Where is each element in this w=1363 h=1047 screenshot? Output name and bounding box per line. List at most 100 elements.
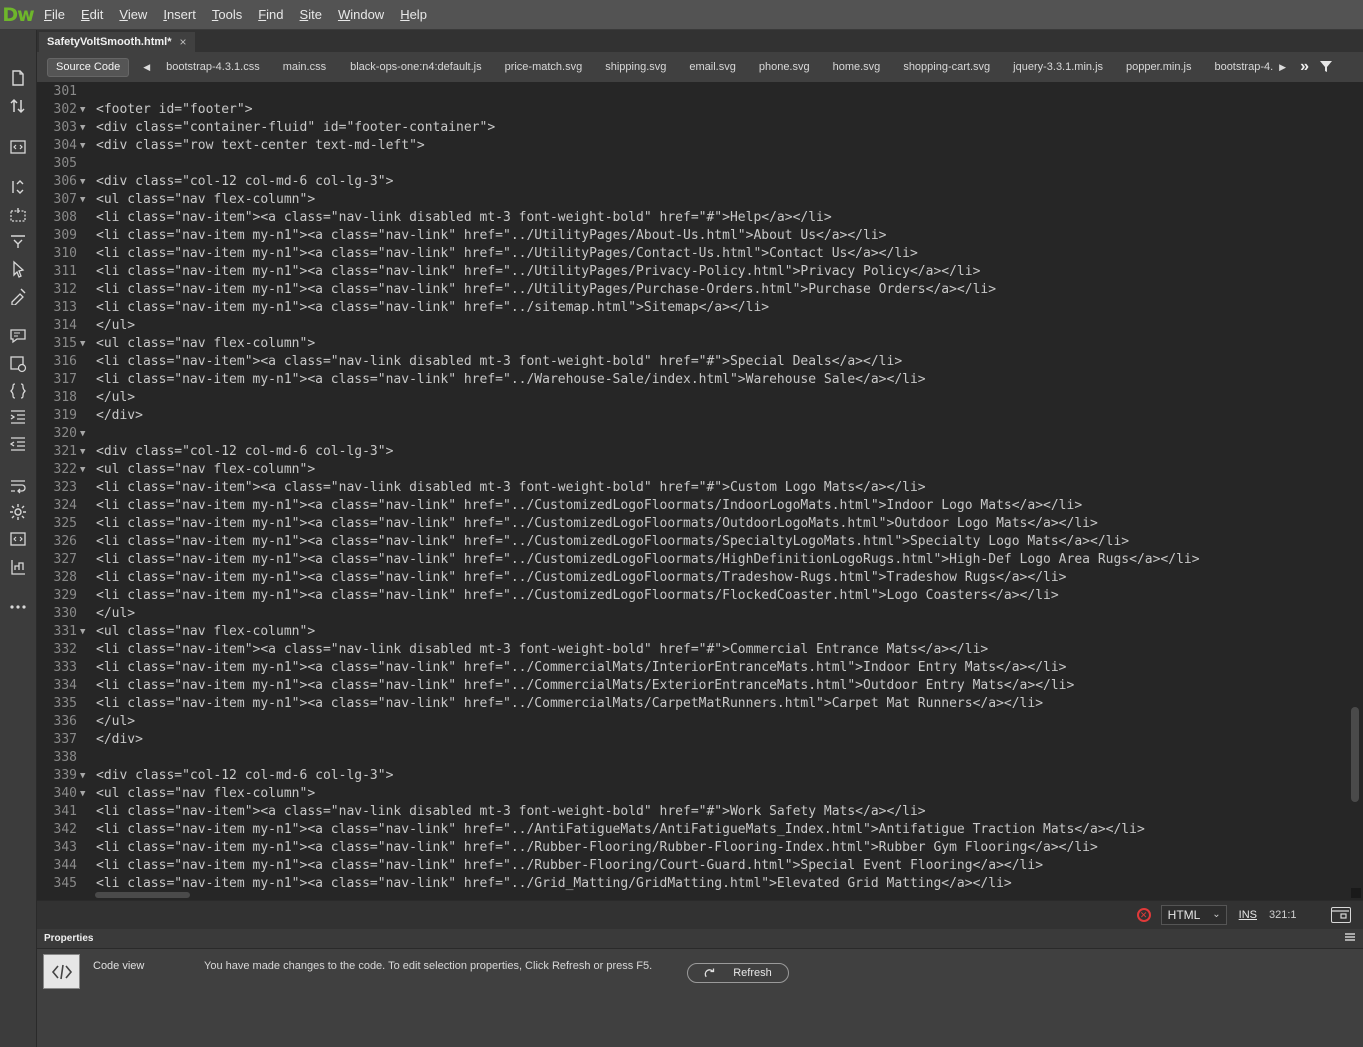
code-line[interactable]: 310 <li class="nav-item my-n1"><a class="… — [37, 245, 1363, 263]
related-file[interactable]: main.css — [283, 61, 326, 73]
code-view-icon[interactable] — [8, 137, 28, 157]
fold-arrow-icon[interactable]: ▼ — [80, 137, 92, 155]
code-line[interactable]: 330 </ul> — [37, 605, 1363, 623]
code-line[interactable]: 332 <li class="nav-item"><a class="nav-li… — [37, 641, 1363, 659]
code-line[interactable]: 302 ▼ <footer id="footer"> — [37, 101, 1363, 119]
code-line[interactable]: 345 <li class="nav-item my-n1"><a class="… — [37, 875, 1363, 893]
fold-arrow-icon[interactable]: ▼ — [80, 767, 92, 785]
code-line[interactable]: 318 </ul> — [37, 389, 1363, 407]
comment-icon[interactable] — [8, 326, 28, 346]
outdent-icon[interactable] — [8, 434, 28, 454]
fold-arrow-icon[interactable]: ▼ — [80, 425, 92, 443]
code-line[interactable]: 308 <li class="nav-item"><a class="nav-li… — [37, 209, 1363, 227]
code-line[interactable]: 327 <li class="nav-item my-n1"><a class="… — [37, 551, 1363, 569]
related-file[interactable]: jquery-3.3.1.min.js — [1013, 61, 1103, 73]
code-line[interactable]: 315 ▼ <ul class="nav flex-column"> — [37, 335, 1363, 353]
code-line[interactable]: 335 <li class="nav-item my-n1"><a class="… — [37, 695, 1363, 713]
code-line[interactable]: 334 <li class="nav-item my-n1"><a class="… — [37, 677, 1363, 695]
code-line[interactable]: 331 ▼ <ul class="nav flex-column"> — [37, 623, 1363, 641]
code-line[interactable]: 321 ▼ <div class="col-12 col-md-6 col-lg-3… — [37, 443, 1363, 461]
settings-icon[interactable] — [8, 502, 28, 522]
fold-arrow-icon[interactable]: ▼ — [80, 101, 92, 119]
code-line[interactable]: 306 ▼ <div class="col-12 col-md-6 col-lg-3… — [37, 173, 1363, 191]
code-line[interactable]: 333 <li class="nav-item my-n1"><a class="… — [37, 659, 1363, 677]
related-file[interactable]: bootstrap-4. — [1214, 61, 1273, 73]
code-line[interactable]: 311 <li class="nav-item my-n1"><a class="… — [37, 263, 1363, 281]
more-icon[interactable] — [8, 597, 28, 617]
vertical-scrollbar[interactable] — [1351, 707, 1359, 802]
select-icon[interactable] — [8, 259, 28, 279]
menu-edit[interactable]: Edit — [73, 0, 111, 30]
close-icon[interactable]: × — [179, 32, 186, 52]
collapse-icon[interactable] — [8, 231, 28, 251]
related-file[interactable]: popper.min.js — [1126, 61, 1191, 73]
related-file[interactable]: shopping-cart.svg — [903, 61, 990, 73]
code-line[interactable]: 305 — [37, 155, 1363, 173]
code-line[interactable]: 309 <li class="nav-item my-n1"><a class="… — [37, 227, 1363, 245]
document-type-select[interactable]: HTML ⌄ — [1160, 904, 1227, 925]
panel-menu-icon[interactable] — [1345, 933, 1355, 941]
code-line[interactable]: 313 <li class="nav-item my-n1"><a class="… — [37, 299, 1363, 317]
code-line[interactable]: 301 — [37, 83, 1363, 101]
expand-tag-icon[interactable] — [8, 177, 28, 197]
code-line[interactable]: 340 ▼ <ul class="nav flex-column"> — [37, 785, 1363, 803]
code-line[interactable]: 319 </div> — [37, 407, 1363, 425]
fold-arrow-icon[interactable]: ▼ — [80, 335, 92, 353]
related-file[interactable]: shipping.svg — [605, 61, 666, 73]
error-status-icon[interactable]: ✕ — [1136, 907, 1151, 922]
file-transfer-icon[interactable] — [8, 96, 28, 116]
more-files-icon[interactable]: » — [1300, 58, 1309, 76]
code-line[interactable]: 324 <li class="nav-item my-n1"><a class="… — [37, 497, 1363, 515]
related-file[interactable]: phone.svg — [759, 61, 810, 73]
menu-insert[interactable]: Insert — [155, 0, 204, 30]
code-line[interactable]: 341 <li class="nav-item"><a class="nav-li… — [37, 803, 1363, 821]
menu-tools[interactable]: Tools — [204, 0, 250, 30]
indent-icon[interactable] — [8, 407, 28, 427]
code-editor[interactable]: 301 302 ▼ <footer id="footer"> 303 ▼ <div clas… — [37, 82, 1363, 900]
code-line[interactable]: 344 <li class="nav-item my-n1"><a class="… — [37, 857, 1363, 875]
braces-icon[interactable] — [8, 381, 28, 401]
related-file[interactable]: home.svg — [833, 61, 881, 73]
scroll-left-icon[interactable]: ◀ — [143, 62, 150, 73]
code-line[interactable]: 326 <li class="nav-item my-n1"><a class="… — [37, 533, 1363, 551]
code-line[interactable]: 329 <li class="nav-item my-n1"><a class="… — [37, 587, 1363, 605]
menu-site[interactable]: Site — [292, 0, 330, 30]
code-line[interactable]: 303 ▼ <div class="container-fluid" id="foo… — [37, 119, 1363, 137]
scroll-right-icon[interactable]: ▶ — [1279, 62, 1286, 73]
menu-help[interactable]: Help — [392, 0, 435, 30]
fold-arrow-icon[interactable]: ▼ — [80, 173, 92, 191]
code-line[interactable]: 339 ▼ <div class="col-12 col-md-6 col-lg-3… — [37, 767, 1363, 785]
menu-view[interactable]: View — [111, 0, 155, 30]
fold-arrow-icon[interactable]: ▼ — [80, 191, 92, 209]
code-line[interactable]: 323 <li class="nav-item"><a class="nav-li… — [37, 479, 1363, 497]
code-line[interactable]: 314 </ul> — [37, 317, 1363, 335]
code-line[interactable]: 320 ▼ — [37, 425, 1363, 443]
code-line[interactable]: 343 <li class="nav-item my-n1"><a class="… — [37, 839, 1363, 857]
preview-window-icon[interactable] — [1331, 906, 1351, 923]
menu-find[interactable]: Find — [250, 0, 291, 30]
code-line[interactable]: 317 <li class="nav-item my-n1"><a class="… — [37, 371, 1363, 389]
source-code-button[interactable]: Source Code — [47, 57, 130, 77]
menu-window[interactable]: Window — [330, 0, 392, 30]
new-document-icon[interactable] — [8, 68, 28, 88]
related-file[interactable]: black-ops-one:n4:default.js — [350, 61, 481, 73]
related-file[interactable]: email.svg — [689, 61, 735, 73]
hierarchy-icon[interactable] — [8, 557, 28, 577]
code-line[interactable]: 338 — [37, 749, 1363, 767]
document-tab[interactable]: SafetyVoltSmooth.html* × — [39, 32, 195, 52]
code-line[interactable]: 304 ▼ <div class="row text-center text-md-… — [37, 137, 1363, 155]
code-line[interactable]: 328 <li class="nav-item my-n1"><a class="… — [37, 569, 1363, 587]
refresh-button[interactable]: Refresh — [687, 963, 789, 983]
code-line[interactable]: 307 ▼ <ul class="nav flex-column"> — [37, 191, 1363, 209]
fold-arrow-icon[interactable]: ▼ — [80, 623, 92, 641]
fold-arrow-icon[interactable]: ▼ — [80, 119, 92, 137]
related-file[interactable]: bootstrap-4.3.1.css — [166, 61, 260, 73]
select-parent-icon[interactable] — [8, 205, 28, 225]
insert-mode-toggle[interactable]: INS — [1239, 909, 1257, 921]
code-line[interactable]: 322 ▼ <ul class="nav flex-column"> — [37, 461, 1363, 479]
code-line[interactable]: 342 <li class="nav-item my-n1"><a class="… — [37, 821, 1363, 839]
code-line[interactable]: 325 <li class="nav-item my-n1"><a class="… — [37, 515, 1363, 533]
snippet-icon[interactable] — [8, 354, 28, 374]
horizontal-scrollbar[interactable] — [95, 892, 190, 898]
wrap-icon[interactable] — [8, 476, 28, 496]
